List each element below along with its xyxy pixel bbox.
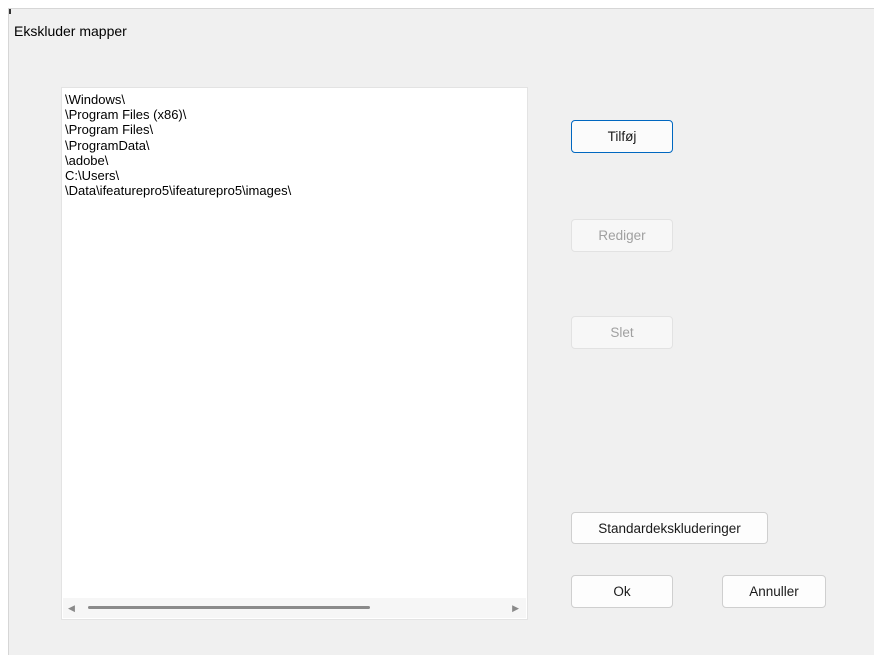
list-item[interactable]: \ProgramData\ — [65, 138, 291, 153]
cancel-button[interactable]: Annuller — [722, 575, 826, 608]
dialog-title: Ekskluder mapper — [14, 23, 127, 39]
scroll-right-arrow-icon[interactable]: ▶ — [512, 603, 519, 613]
list-item[interactable]: \Program Files\ — [65, 122, 291, 137]
edit-button[interactable]: Rediger — [571, 219, 673, 252]
scroll-thumb[interactable] — [88, 606, 370, 609]
window-corner-mark — [9, 9, 11, 14]
scroll-left-arrow-icon[interactable]: ◀ — [68, 603, 75, 613]
delete-button[interactable]: Slet — [571, 316, 673, 349]
folder-items: \Windows\ \Program Files (x86)\ \Program… — [65, 92, 291, 198]
ok-button[interactable]: Ok — [571, 575, 673, 608]
list-item[interactable]: \Data\ifeaturepro5\ifeaturepro5\images\ — [65, 183, 291, 198]
default-exclusions-button[interactable]: Standardekskluderinger — [571, 512, 768, 544]
add-button[interactable]: Tilføj — [571, 120, 673, 153]
exclude-folders-dialog: Ekskluder mapper \Windows\ \Program File… — [8, 8, 874, 655]
list-item[interactable]: \Program Files (x86)\ — [65, 107, 291, 122]
list-item[interactable]: \adobe\ — [65, 153, 291, 168]
horizontal-scrollbar[interactable]: ◀ ▶ — [63, 598, 526, 618]
list-item[interactable]: \Windows\ — [65, 92, 291, 107]
excluded-folders-list[interactable]: \Windows\ \Program Files (x86)\ \Program… — [61, 87, 528, 620]
list-item[interactable]: C:\Users\ — [65, 168, 291, 183]
